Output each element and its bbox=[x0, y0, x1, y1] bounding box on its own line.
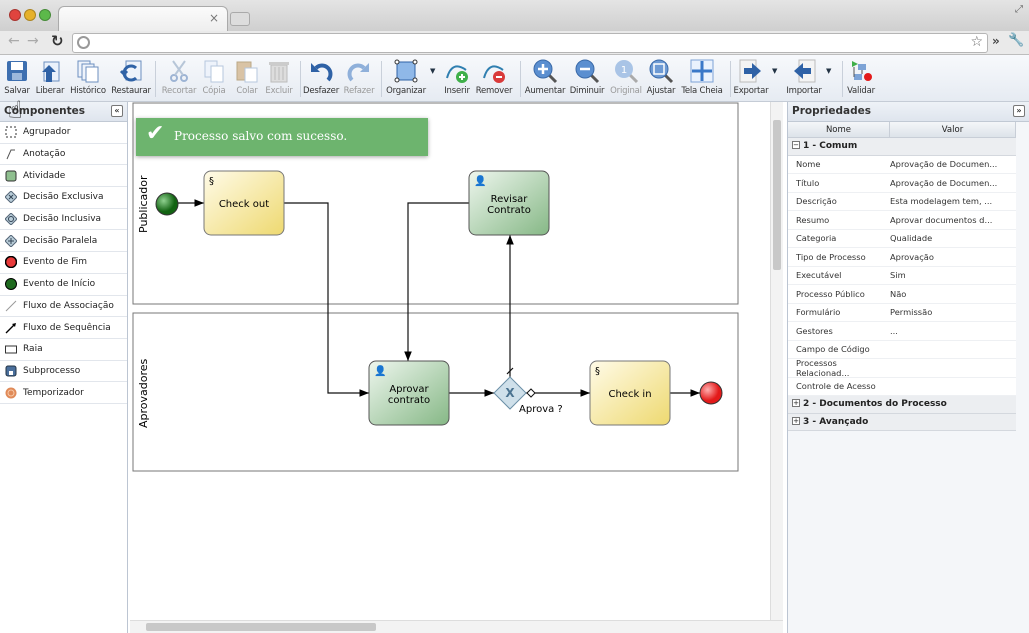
property-row[interactable]: Processos Relacionad... bbox=[788, 357, 1016, 378]
property-value[interactable]: Aprovação de Documen... bbox=[890, 178, 1016, 188]
task-check-in[interactable]: Check in § bbox=[589, 360, 671, 426]
property-name: Título bbox=[796, 177, 820, 188]
property-value[interactable]: Esta modelagem tem, ... bbox=[890, 196, 1016, 206]
property-name: Campo de Código bbox=[796, 344, 870, 355]
start-event[interactable] bbox=[155, 192, 179, 216]
svg-text:Contrato: Contrato bbox=[487, 205, 531, 216]
property-row[interactable]: Descrição Esta modelagem tem, ... bbox=[788, 192, 1016, 211]
property-value[interactable]: Aprovação de Documen... bbox=[890, 159, 1016, 169]
task-check-out[interactable]: Check out § bbox=[203, 170, 285, 236]
properties-title: Propriedades bbox=[792, 105, 871, 117]
svg-text:Check out: Check out bbox=[219, 199, 269, 210]
property-row[interactable]: Formulário Permissão bbox=[788, 303, 1016, 322]
expand-icon[interactable]: + bbox=[792, 416, 800, 425]
user-icon: 👤 bbox=[374, 364, 386, 377]
property-name: Formulário bbox=[796, 307, 841, 318]
column-header-name[interactable]: Nome bbox=[788, 122, 890, 137]
sequence-flow[interactable] bbox=[284, 202, 369, 397]
property-value[interactable]: Sim bbox=[890, 270, 1016, 280]
property-row[interactable]: Título Aprovação de Documen... bbox=[788, 174, 1016, 193]
property-value[interactable]: Aprovar documentos d... bbox=[890, 215, 1016, 225]
script-icon: § bbox=[209, 176, 214, 187]
property-row[interactable]: Gestores... bbox=[788, 322, 1016, 341]
property-name: Processo Público bbox=[796, 288, 865, 299]
svg-text:Aprovar: Aprovar bbox=[389, 384, 429, 395]
property-name: Gestores bbox=[796, 325, 833, 336]
collapse-icon[interactable]: − bbox=[792, 141, 800, 149]
task-revisar-contrato[interactable]: RevisarContrato 👤 bbox=[468, 170, 550, 236]
lane-label: Publicador bbox=[137, 175, 150, 233]
svg-text:Check in: Check in bbox=[608, 389, 651, 400]
lane-label: Aprovadores bbox=[137, 358, 150, 428]
property-value[interactable]: Não bbox=[890, 289, 1016, 299]
property-name: Executável bbox=[796, 270, 842, 281]
success-toast: ✔ Processo salvo com sucesso. bbox=[136, 118, 428, 156]
user-icon: 👤 bbox=[474, 174, 486, 187]
properties-panel: Propriedades» Nome Valor −1 - Comum Nome Ap… bbox=[787, 102, 1029, 633]
property-name: Controle de Acesso bbox=[796, 381, 876, 392]
group-label: 1 - Comum bbox=[803, 141, 858, 151]
property-row[interactable]: Nome Aprovação de Documen... bbox=[788, 155, 1016, 174]
column-header-value[interactable]: Valor bbox=[890, 122, 1016, 137]
property-row[interactable]: Resumo Aprovar documentos d... bbox=[788, 211, 1016, 230]
vertical-scrollbar[interactable] bbox=[770, 102, 783, 620]
property-name: Processos Relacionad... bbox=[796, 357, 850, 378]
property-row[interactable]: Processo Público Não bbox=[788, 285, 1016, 304]
property-value[interactable]: Qualidade bbox=[890, 233, 1016, 243]
scroll-thumb[interactable] bbox=[773, 120, 781, 270]
svg-text:X: X bbox=[505, 386, 515, 400]
horizontal-scrollbar[interactable] bbox=[130, 620, 783, 633]
property-value[interactable]: ... bbox=[890, 326, 1016, 336]
property-name: Descrição bbox=[796, 196, 837, 207]
property-name: Nome bbox=[796, 159, 821, 170]
gateway-label: Aprova ? bbox=[519, 404, 563, 415]
property-row[interactable]: Categoria Qualidade bbox=[788, 229, 1016, 248]
end-event[interactable] bbox=[699, 381, 723, 405]
group-label: 2 - Documentos do Processo bbox=[803, 399, 947, 409]
property-group[interactable]: +2 - Documentos do Processo bbox=[788, 396, 1016, 414]
checkmark-icon: ✔ bbox=[146, 121, 165, 146]
svg-text:contrato: contrato bbox=[388, 395, 430, 406]
property-value[interactable]: Permissão bbox=[890, 307, 1016, 317]
property-name: Categoria bbox=[796, 233, 837, 244]
property-name: Tipo de Processo bbox=[796, 251, 866, 262]
script-icon: § bbox=[595, 366, 600, 377]
task-aprovar-contrato[interactable]: Aprovarcontrato 👤 bbox=[368, 360, 450, 426]
hand-cursor-icon: ☝ bbox=[8, 96, 23, 124]
scroll-thumb[interactable] bbox=[146, 623, 376, 631]
property-group[interactable]: +3 - Avançado bbox=[788, 413, 1016, 431]
toast-message: Processo salvo com sucesso. bbox=[174, 129, 348, 143]
svg-text:Revisar: Revisar bbox=[491, 194, 529, 205]
property-row[interactable]: Controle de Acesso bbox=[788, 377, 1016, 396]
property-row[interactable]: Campo de Código bbox=[788, 340, 1016, 359]
sequence-flow[interactable] bbox=[404, 202, 469, 361]
collapse-right-button[interactable]: » bbox=[1013, 105, 1025, 117]
property-row[interactable]: Executável Sim bbox=[788, 266, 1016, 285]
group-label: 3 - Avançado bbox=[803, 416, 869, 427]
property-row[interactable]: Tipo de Processo Aprovação bbox=[788, 248, 1016, 267]
property-group[interactable]: −1 - Comum bbox=[788, 138, 1016, 156]
expand-icon[interactable]: + bbox=[792, 399, 800, 407]
property-name: Resumo bbox=[796, 214, 830, 225]
property-value[interactable]: Aprovação bbox=[890, 252, 1016, 262]
